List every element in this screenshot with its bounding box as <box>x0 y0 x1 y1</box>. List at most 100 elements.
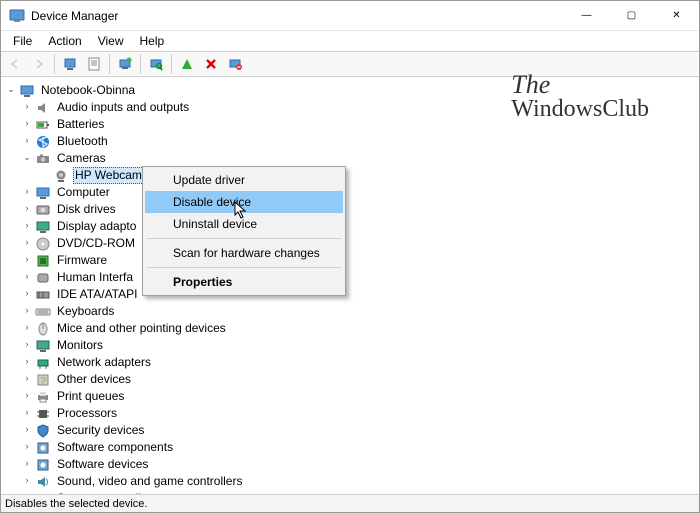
uninstall-button[interactable] <box>224 53 246 75</box>
device-category-icon <box>35 185 51 201</box>
device-category-icon <box>35 134 51 150</box>
device-category-icon <box>35 440 51 456</box>
tree-item[interactable]: Software devices <box>55 457 150 472</box>
disable-button[interactable] <box>200 53 222 75</box>
toggle-icon[interactable]: › <box>21 337 33 352</box>
device-category-icon <box>35 321 51 337</box>
menu-help[interactable]: Help <box>132 32 173 50</box>
menu-action[interactable]: Action <box>40 32 89 50</box>
device-category-icon <box>35 151 51 167</box>
show-devices-button[interactable] <box>59 53 81 75</box>
tree-root[interactable]: Notebook-Obinna <box>39 83 137 98</box>
device-category-icon: ? <box>35 372 51 388</box>
device-category-icon <box>35 236 51 252</box>
device-category-icon <box>35 202 51 218</box>
toggle-icon[interactable]: › <box>21 99 33 114</box>
toggle-icon[interactable]: › <box>21 371 33 386</box>
device-category-icon <box>35 406 51 422</box>
toggle-icon[interactable]: › <box>21 218 33 233</box>
toggle-icon[interactable]: › <box>21 235 33 250</box>
toggle-icon[interactable]: ⌄ <box>5 82 17 97</box>
tree-item[interactable]: Mice and other pointing devices <box>55 321 228 336</box>
menu-view[interactable]: View <box>90 32 132 50</box>
maximize-button[interactable]: ▢ <box>609 1 654 30</box>
enable-button[interactable] <box>176 53 198 75</box>
toggle-icon[interactable]: › <box>21 354 33 369</box>
tree-item[interactable]: IDE ATA/ATAPI <box>55 287 139 302</box>
toggle-icon[interactable]: › <box>21 133 33 148</box>
tree-item[interactable]: Keyboards <box>55 304 116 319</box>
toggle-icon[interactable]: › <box>21 269 33 284</box>
tree-item[interactable]: Cameras <box>55 151 108 166</box>
toggle-icon[interactable]: › <box>21 456 33 471</box>
app-icon <box>9 8 25 24</box>
device-category-icon <box>35 304 51 320</box>
title-bar: Device Manager — ▢ ✕ <box>1 1 699 31</box>
tree-item-selected[interactable]: HP Webcam <box>73 167 144 184</box>
device-category-icon <box>35 338 51 354</box>
tree-item[interactable]: Security devices <box>55 423 146 438</box>
toggle-icon[interactable]: › <box>21 405 33 420</box>
forward-button[interactable] <box>28 53 50 75</box>
tree-item[interactable]: Audio inputs and outputs <box>55 100 191 115</box>
svg-text:?: ? <box>40 376 46 387</box>
minimize-button[interactable]: — <box>564 1 609 30</box>
toggle-icon[interactable]: › <box>21 116 33 131</box>
device-category-icon <box>35 117 51 133</box>
tree-item[interactable]: Monitors <box>55 338 105 353</box>
device-category-icon <box>35 270 51 286</box>
ctx-properties[interactable]: Properties <box>145 271 343 293</box>
properties-button[interactable] <box>83 53 105 75</box>
tree-item[interactable]: Bluetooth <box>55 134 110 149</box>
menu-bar: File Action View Help <box>1 31 699 51</box>
toggle-icon[interactable]: › <box>21 473 33 488</box>
device-category-icon <box>35 389 51 405</box>
toggle-icon[interactable]: › <box>21 286 33 301</box>
ctx-update-driver[interactable]: Update driver <box>145 169 343 191</box>
tree-item[interactable]: Network adapters <box>55 355 153 370</box>
menu-file[interactable]: File <box>5 32 40 50</box>
back-button[interactable] <box>4 53 26 75</box>
toolbar <box>1 51 699 77</box>
ctx-uninstall-device[interactable]: Uninstall device <box>145 213 343 235</box>
scan-hardware-button[interactable] <box>145 53 167 75</box>
toggle-icon[interactable]: › <box>21 320 33 335</box>
toggle-icon[interactable]: ⌄ <box>21 150 33 165</box>
toggle-icon[interactable]: › <box>21 201 33 216</box>
context-menu: Update driver Disable device Uninstall d… <box>142 166 346 296</box>
tree-item[interactable]: Disk drives <box>55 202 118 217</box>
ctx-scan-hardware[interactable]: Scan for hardware changes <box>145 242 343 264</box>
tree-item[interactable]: Computer <box>55 185 112 200</box>
tree-item[interactable]: Display adapto <box>55 219 138 234</box>
tree-item[interactable]: Processors <box>55 406 119 421</box>
device-category-icon <box>35 219 51 235</box>
toggle-icon[interactable]: › <box>21 388 33 403</box>
tree-view[interactable]: ⌄ Notebook-Obinna › Audio inputs and out… <box>1 78 699 494</box>
toggle-icon[interactable]: › <box>21 252 33 267</box>
window-buttons: — ▢ ✕ <box>564 1 699 30</box>
tree-item[interactable]: Other devices <box>55 372 133 387</box>
close-button[interactable]: ✕ <box>654 1 699 30</box>
tree-item[interactable]: Firmware <box>55 253 109 268</box>
toggle-icon[interactable]: › <box>21 422 33 437</box>
device-category-icon <box>35 253 51 269</box>
ctx-disable-device[interactable]: Disable device <box>145 191 343 213</box>
tree-item[interactable]: Print queues <box>55 389 126 404</box>
toggle-icon[interactable]: › <box>21 303 33 318</box>
status-text: Disables the selected device. <box>5 498 147 510</box>
device-category-icon <box>35 100 51 116</box>
device-category-icon <box>35 474 51 490</box>
computer-icon <box>19 83 35 99</box>
tree-item[interactable]: Sound, video and game controllers <box>55 474 244 489</box>
device-category-icon <box>35 287 51 303</box>
window-title: Device Manager <box>31 9 564 23</box>
update-driver-button[interactable] <box>114 53 136 75</box>
tree-item[interactable]: Human Interfa <box>55 270 135 285</box>
device-category-icon <box>35 355 51 371</box>
tree-item[interactable]: DVD/CD-ROM <box>55 236 137 251</box>
toggle-icon[interactable]: › <box>21 184 33 199</box>
tree-item[interactable]: Batteries <box>55 117 106 132</box>
device-category-icon <box>35 457 51 473</box>
toggle-icon[interactable]: › <box>21 439 33 454</box>
tree-item[interactable]: Software components <box>55 440 175 455</box>
